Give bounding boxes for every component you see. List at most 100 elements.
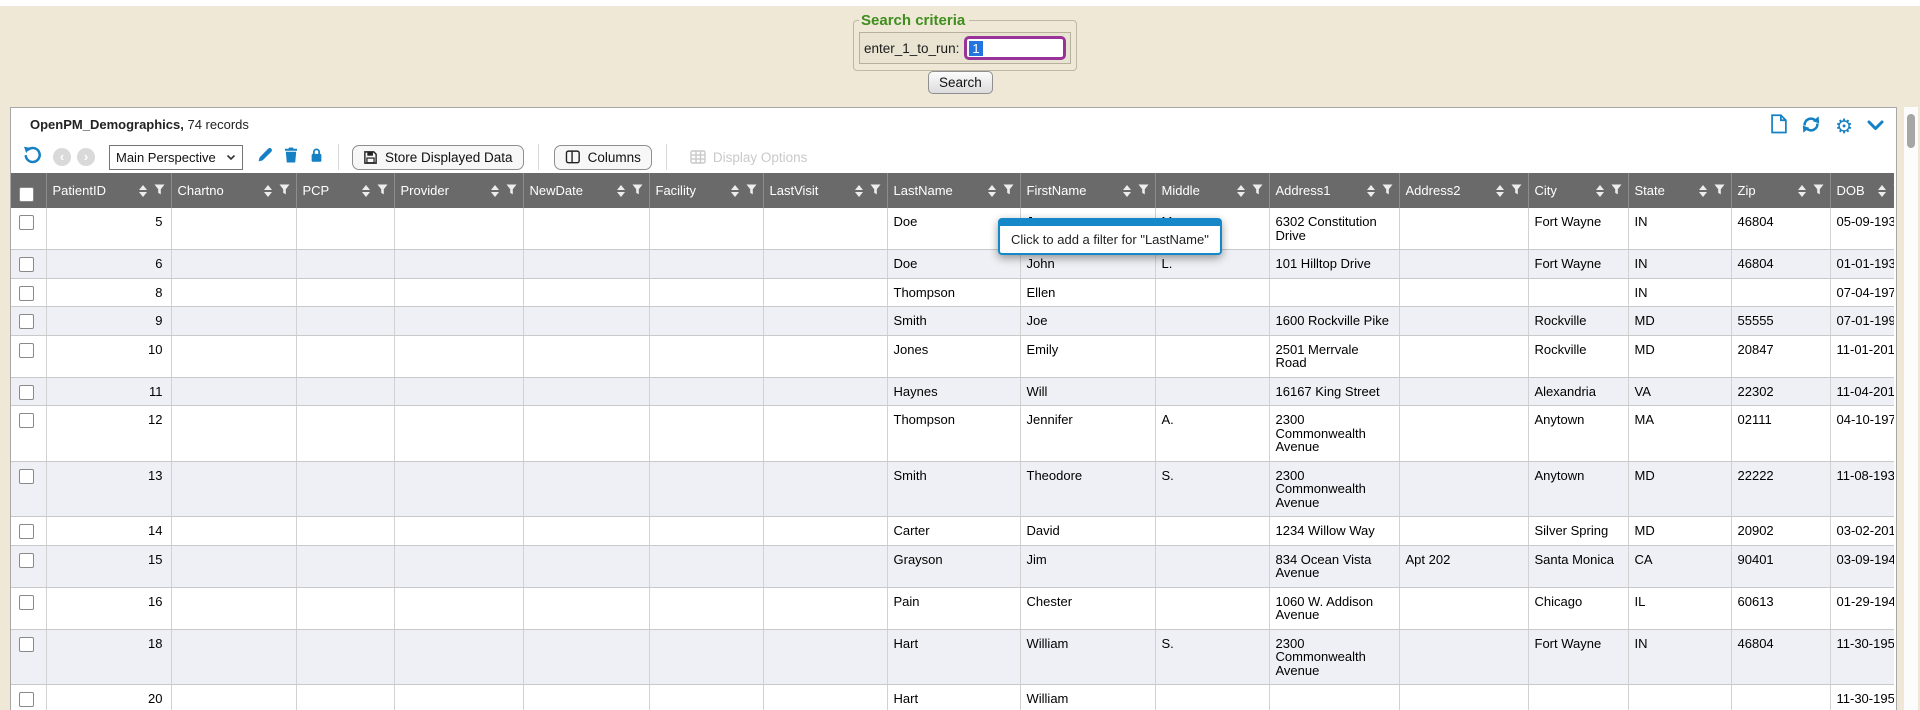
sort-icon[interactable] <box>491 185 499 197</box>
cell-firstname: Ellen <box>1020 278 1155 307</box>
cell-firstname: Jim <box>1020 545 1155 587</box>
filter-tooltip: Click to add a filter for "LastName" <box>998 218 1222 255</box>
perspective-select[interactable]: Main Perspective <box>109 145 243 170</box>
sort-icon[interactable] <box>264 185 272 197</box>
column-label: Zip <box>1738 183 1756 198</box>
row-checkbox[interactable] <box>19 343 34 358</box>
cell-patientid: 15 <box>46 545 171 587</box>
filter-funnel-icon[interactable] <box>1611 183 1622 198</box>
row-checkbox[interactable] <box>19 692 34 707</box>
cell-provider <box>394 545 523 587</box>
column-header-city[interactable]: City <box>1528 173 1628 208</box>
column-header-lastname[interactable]: LastName <box>887 173 1020 208</box>
cell-lastvisit <box>763 250 887 279</box>
sort-icon[interactable] <box>731 185 739 197</box>
filter-funnel-icon[interactable] <box>154 183 165 198</box>
filter-funnel-icon[interactable] <box>1382 183 1393 198</box>
columns-button[interactable]: Columns <box>554 145 652 170</box>
filter-funnel-icon[interactable] <box>377 183 388 198</box>
next-perspective-icon[interactable]: › <box>77 148 95 166</box>
lock-perspective-icon[interactable] <box>309 147 324 168</box>
filter-funnel-icon[interactable] <box>1714 183 1725 198</box>
sort-icon[interactable] <box>1596 185 1604 197</box>
refresh-icon[interactable] <box>1801 115 1821 139</box>
row-checkbox[interactable] <box>19 286 34 301</box>
cell-pcp <box>296 461 394 517</box>
column-header-facility[interactable]: Facility <box>649 173 763 208</box>
sort-icon[interactable] <box>362 185 370 197</box>
sort-icon[interactable] <box>1237 185 1245 197</box>
column-header-chartno[interactable]: Chartno <box>171 173 296 208</box>
table-name: OpenPM_Demographics, <box>30 117 184 132</box>
search-button[interactable]: Search <box>928 71 993 94</box>
row-checkbox[interactable] <box>19 553 34 568</box>
filter-funnel-icon[interactable] <box>1138 183 1149 198</box>
vertical-scrollbar[interactable] <box>1904 107 1918 710</box>
delete-perspective-icon[interactable] <box>284 147 298 168</box>
search-input[interactable]: 1 <box>964 36 1066 60</box>
cell-city: Anytown <box>1528 406 1628 462</box>
edit-perspective-icon[interactable] <box>257 147 273 168</box>
column-header-middle[interactable]: Middle <box>1155 173 1269 208</box>
cell-address2 <box>1399 406 1528 462</box>
filter-funnel-icon[interactable] <box>1511 183 1522 198</box>
scrollbar-thumb[interactable] <box>1907 114 1915 148</box>
row-checkbox[interactable] <box>19 215 34 230</box>
sort-icon[interactable] <box>855 185 863 197</box>
cell-lastname: Hart <box>887 685 1020 710</box>
filter-funnel-icon[interactable] <box>506 183 517 198</box>
filter-funnel-icon[interactable] <box>1813 183 1824 198</box>
filter-funnel-icon[interactable] <box>870 183 881 198</box>
sort-icon[interactable] <box>988 185 996 197</box>
gear-icon[interactable]: ⚙ <box>1835 117 1853 137</box>
row-checkbox[interactable] <box>19 595 34 610</box>
row-select-cell <box>11 685 46 710</box>
sort-icon[interactable] <box>1699 185 1707 197</box>
new-document-icon[interactable] <box>1770 114 1787 139</box>
row-checkbox[interactable] <box>19 469 34 484</box>
filter-funnel-icon[interactable] <box>1003 183 1014 198</box>
cell-address2: Apt 202 <box>1399 545 1528 587</box>
undo-icon[interactable] <box>23 146 42 169</box>
row-checkbox[interactable] <box>19 524 34 539</box>
column-header-pcp[interactable]: PCP <box>296 173 394 208</box>
prev-perspective-icon[interactable]: ‹ <box>53 148 71 166</box>
row-checkbox[interactable] <box>19 385 34 400</box>
filter-funnel-icon[interactable] <box>1893 183 1895 198</box>
sort-icon[interactable] <box>1123 185 1131 197</box>
column-header-zip[interactable]: Zip <box>1731 173 1830 208</box>
cell-dob: 07-04-1970 <box>1830 278 1894 307</box>
column-header-newdate[interactable]: NewDate <box>523 173 649 208</box>
row-select-cell <box>11 545 46 587</box>
chevron-down-icon[interactable] <box>1867 118 1884 136</box>
sort-icon[interactable] <box>1367 185 1375 197</box>
filter-funnel-icon[interactable] <box>1252 183 1263 198</box>
column-header-provider[interactable]: Provider <box>394 173 523 208</box>
column-header-address2[interactable]: Address2 <box>1399 173 1528 208</box>
cell-newdate <box>523 307 649 336</box>
sort-icon[interactable] <box>139 185 147 197</box>
row-checkbox[interactable] <box>19 257 34 272</box>
sort-icon[interactable] <box>617 185 625 197</box>
filter-funnel-icon[interactable] <box>632 183 643 198</box>
row-checkbox[interactable] <box>19 413 34 428</box>
sort-icon[interactable] <box>1798 185 1806 197</box>
column-header-firstname[interactable]: FirstName <box>1020 173 1155 208</box>
column-header-patientid[interactable]: PatientID <box>46 173 171 208</box>
select-all-checkbox[interactable] <box>19 187 34 202</box>
cell-state: CA <box>1628 545 1731 587</box>
cell-newdate <box>523 517 649 546</box>
filter-funnel-icon[interactable] <box>279 183 290 198</box>
sort-icon[interactable] <box>1878 185 1886 197</box>
column-header-state[interactable]: State <box>1628 173 1731 208</box>
filter-funnel-icon[interactable] <box>746 183 757 198</box>
column-header-lastvisit[interactable]: LastVisit <box>763 173 887 208</box>
column-header-dob[interactable]: DOB <box>1830 173 1894 208</box>
sort-icon[interactable] <box>1496 185 1504 197</box>
cell-facility <box>649 685 763 710</box>
cell-address2 <box>1399 461 1528 517</box>
store-displayed-data-button[interactable]: Store Displayed Data <box>352 145 524 170</box>
row-checkbox[interactable] <box>19 314 34 329</box>
row-checkbox[interactable] <box>19 637 34 652</box>
column-header-address1[interactable]: Address1 <box>1269 173 1399 208</box>
